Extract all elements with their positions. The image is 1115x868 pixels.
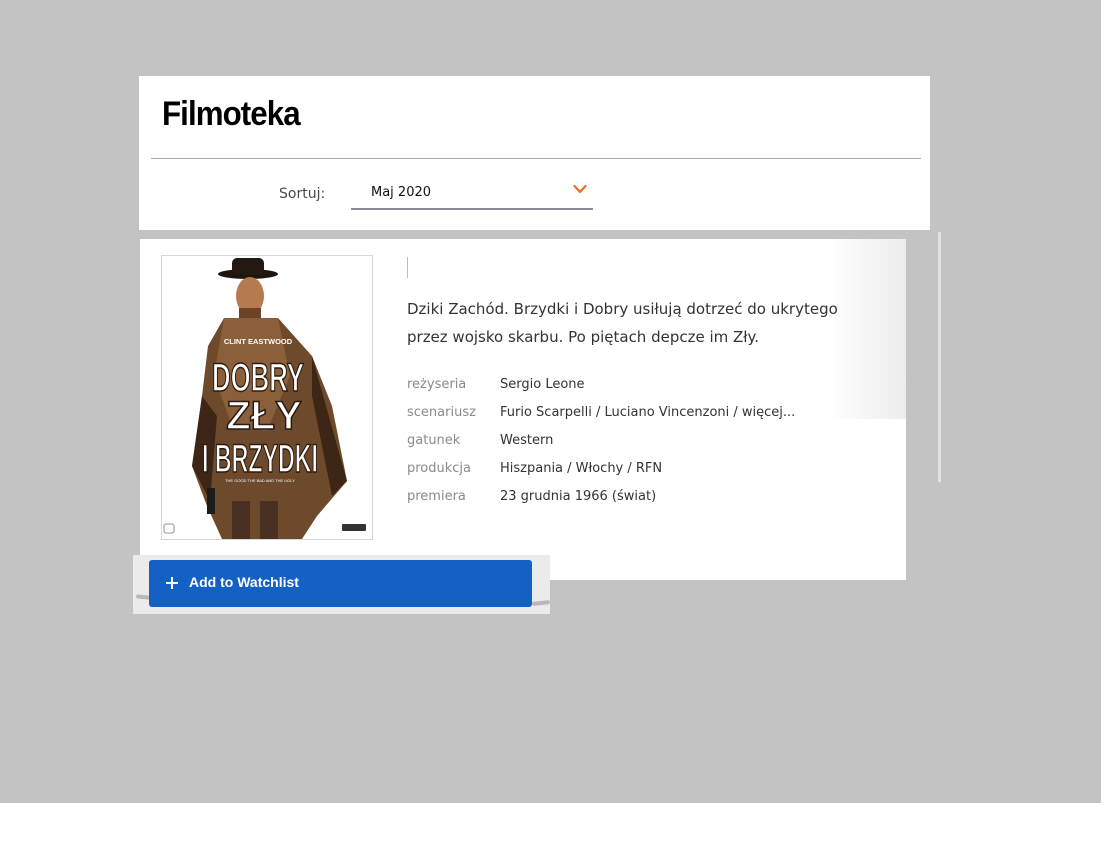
detail-label: premiera xyxy=(407,489,466,504)
plus-icon xyxy=(166,577,178,589)
movie-poster[interactable]: CLINT EASTWOOD DOBRY ZŁY I BRZYDKI THE G… xyxy=(161,255,373,540)
header-panel: Filmoteka Sortuj: Maj 2020 xyxy=(139,76,930,230)
watchlist-button-label: Add to Watchlist xyxy=(189,574,299,590)
watchlist-container: Add to Watchlist xyxy=(133,555,551,614)
sort-dropdown[interactable]: Maj 2020 xyxy=(351,178,593,210)
production-countries[interactable]: Hiszpania / Włochy / RFN xyxy=(500,455,662,483)
poster-title-line-2: ZŁY xyxy=(226,394,302,438)
title-marker xyxy=(407,257,408,278)
detail-row-genre: gatunek Western xyxy=(407,427,887,455)
poster-image: CLINT EASTWOOD DOBRY ZŁY I BRZYDKI THE G… xyxy=(162,256,372,539)
sort-label: Sortuj: xyxy=(279,186,326,202)
screenwriters-link[interactable]: Furio Scarpelli / Luciano Vincenzoni / w… xyxy=(500,399,795,427)
detail-row-production: produkcja Hiszpania / Włochy / RFN xyxy=(407,455,887,483)
decorative-curl xyxy=(531,600,551,606)
director-link[interactable]: Sergio Leone xyxy=(500,371,585,399)
detail-label: reżyseria xyxy=(407,377,467,392)
premiere-date: 23 grudnia 1966 (świat) xyxy=(500,489,657,504)
add-to-watchlist-button[interactable]: Add to Watchlist xyxy=(149,560,532,607)
detail-label: produkcja xyxy=(407,461,472,476)
detail-label: scenariusz xyxy=(407,405,476,420)
poster-credit: CLINT EASTWOOD xyxy=(224,337,293,346)
header-divider xyxy=(151,158,921,159)
detail-label: gatunek xyxy=(407,433,461,448)
poster-title-line-3: I BRZYDKI xyxy=(202,437,318,481)
movie-synopsis: Dziki Zachód. Brzydki i Dobry usiłują do… xyxy=(407,300,838,346)
detail-row-director: reżyseria Sergio Leone xyxy=(407,371,887,399)
card-shadow-line xyxy=(938,232,941,482)
site-title: Filmoteka xyxy=(162,95,301,133)
detail-row-screenplay: scenariusz Furio Scarpelli / Luciano Vin… xyxy=(407,399,887,427)
genre-link[interactable]: Western xyxy=(500,427,553,455)
chevron-down-icon xyxy=(573,184,587,194)
movie-details: reżyseria Sergio Leone scenariusz Furio … xyxy=(407,371,887,511)
detail-row-premiere: premiera 23 grudnia 1966 (świat) xyxy=(407,483,887,511)
poster-tagline: THE GOOD THE BAD AND THE UGLY xyxy=(225,478,295,483)
movie-card: CLINT EASTWOOD DOBRY ZŁY I BRZYDKI THE G… xyxy=(140,239,906,580)
sort-selected-value: Maj 2020 xyxy=(371,185,432,200)
